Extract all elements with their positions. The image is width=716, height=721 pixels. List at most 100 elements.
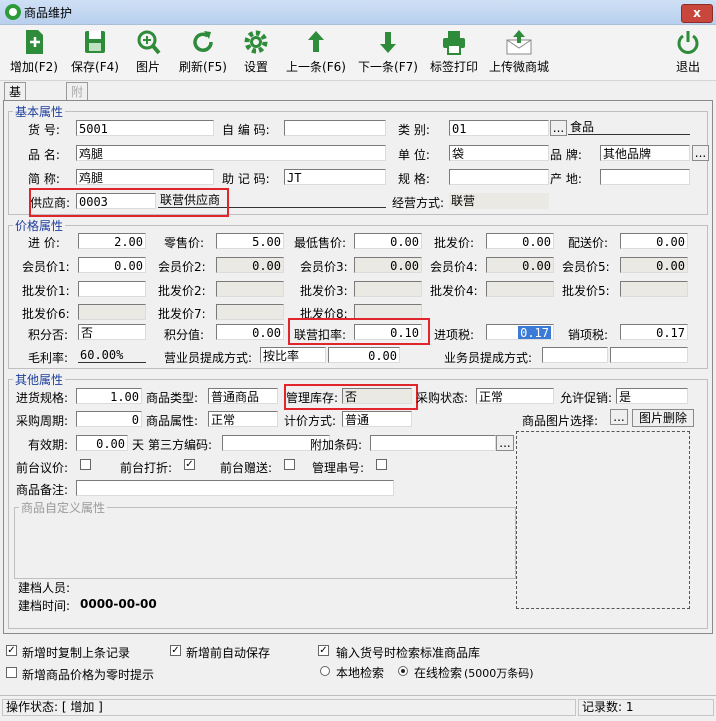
image-delete-button[interactable]: 图片删除 [632, 409, 694, 427]
wholesale1-input[interactable] [78, 281, 146, 297]
serial-checkbox[interactable] [376, 459, 387, 470]
wholesale5-input[interactable] [620, 281, 688, 297]
category-input[interactable]: 01 [449, 120, 549, 136]
extra-barcode-input[interactable] [370, 435, 496, 451]
remark-input[interactable] [76, 480, 394, 496]
search-standard-checkbox[interactable]: ✓ [318, 645, 329, 656]
purchase-status-label: 采购状态: [416, 391, 469, 405]
selfcode-input[interactable] [284, 120, 386, 136]
image-select-button[interactable]: ... [610, 409, 628, 425]
exit-button[interactable]: 退出 [670, 28, 706, 78]
retail-price-input[interactable]: 5.00 [216, 233, 284, 249]
wholesale5-label: 批发价5: [562, 284, 610, 298]
mnemonic-input[interactable]: JT [284, 169, 386, 185]
save-disk-icon [85, 31, 105, 53]
app-icon [5, 4, 21, 20]
online-search-radio[interactable] [398, 666, 408, 676]
member-price2-label: 会员价2: [158, 260, 206, 274]
wholesale7-input[interactable] [216, 304, 284, 320]
haggle-checkbox[interactable] [80, 459, 91, 470]
input-tax-input[interactable]: 0.17 [486, 324, 554, 340]
salesman-commission-mode[interactable] [542, 347, 608, 363]
upload-shop-button[interactable]: 上传微商城 [488, 28, 550, 78]
printer-icon [443, 31, 465, 55]
price-properties-legend: 价格属性 [15, 219, 64, 233]
business-mode-label: 经营方式: [392, 196, 445, 210]
brand-input[interactable]: 其他品牌 [600, 145, 690, 161]
product-attr-label: 商品属性: [146, 414, 199, 428]
member-price4-input[interactable]: 0.00 [486, 257, 554, 273]
brand-browse-button[interactable]: ... [692, 145, 709, 161]
name-label: 品 名: [28, 148, 60, 162]
member-price2-input[interactable]: 0.00 [216, 257, 284, 273]
settings-button[interactable]: 设置 [238, 28, 274, 78]
min-price-label: 最低售价: [294, 236, 347, 250]
local-search-label: 本地检索 [336, 666, 385, 680]
product-attr-input[interactable]: 正常 [208, 411, 278, 427]
salesclerk-commission-mode[interactable]: 按比率 [260, 347, 326, 363]
stock-highlight-box [284, 384, 418, 410]
product-image-area[interactable] [516, 431, 690, 609]
expiry-input[interactable]: 0.00 [76, 435, 128, 451]
save-button[interactable]: 保存(F4) [66, 28, 124, 78]
output-tax-input[interactable]: 0.17 [620, 324, 688, 340]
short-name-input[interactable]: 鸡腿 [76, 169, 214, 185]
add-button[interactable]: 增加(F2) [8, 28, 60, 78]
member-price5-input[interactable]: 0.00 [620, 257, 688, 273]
prev-record-button[interactable]: 上一条(F6) [284, 28, 348, 78]
member-price1-input[interactable]: 0.00 [78, 257, 146, 273]
salesclerk-commission-value[interactable]: 0.00 [328, 347, 400, 363]
purchase-spec-input[interactable]: 1.00 [76, 388, 142, 404]
unit-input[interactable]: 袋 [449, 145, 549, 161]
discount-label: 前台打折: [120, 461, 173, 475]
next-record-button[interactable]: 下一条(F7) [356, 28, 420, 78]
zero-price-tip-checkbox[interactable] [6, 667, 17, 678]
status-bar: 操作状态: [ 增加 ] 记录数: 1 [0, 695, 716, 720]
custom-attributes-group: 商品自定义属性 [14, 499, 516, 579]
close-button[interactable]: x [681, 4, 713, 23]
code-input[interactable]: 5001 [76, 120, 214, 136]
spec-input[interactable] [449, 169, 549, 185]
discount-checkbox[interactable]: ✓ [184, 459, 195, 470]
creator-label: 建档人员: [18, 581, 71, 595]
purchase-status-input[interactable]: 正常 [476, 388, 554, 404]
extra-barcode-button[interactable]: ... [496, 435, 514, 451]
name-input[interactable]: 鸡腿 [76, 145, 386, 161]
refresh-button[interactable]: 刷新(F5) [174, 28, 232, 78]
refresh-icon [193, 31, 213, 52]
purchase-price-input[interactable]: 2.00 [78, 233, 146, 249]
allow-promo-input[interactable]: 是 [616, 388, 688, 404]
picture-button[interactable]: 图片 [130, 28, 166, 78]
delivery-price-input[interactable]: 0.00 [620, 233, 688, 249]
member-price3-input[interactable]: 0.00 [354, 257, 422, 273]
gift-label: 前台赠送: [220, 461, 273, 475]
origin-input[interactable] [600, 169, 690, 185]
product-type-input[interactable]: 普通商品 [208, 388, 278, 404]
min-price-input[interactable]: 0.00 [354, 233, 422, 249]
salesman-commission-label: 业务员提成方式: [444, 351, 533, 365]
local-search-radio[interactable] [320, 666, 330, 676]
wholesale2-input[interactable] [216, 281, 284, 297]
wholesale6-input[interactable] [78, 304, 146, 320]
points-flag-input[interactable]: 否 [78, 324, 146, 340]
tab-extra-info[interactable]: 附加信息 [66, 82, 89, 153]
wholesale-price-input[interactable]: 0.00 [486, 233, 554, 249]
salesman-commission-value[interactable] [610, 347, 688, 363]
gift-checkbox[interactable] [284, 459, 295, 470]
wholesale3-input[interactable] [354, 281, 422, 297]
wholesale4-input[interactable] [486, 281, 554, 297]
input-tax-value: 0.17 [518, 326, 551, 340]
tab-basic-info[interactable]: 基础信息 [4, 82, 27, 153]
toolbar: 增加(F2) 保存(F4) 图片 刷新(F5) 设置 上一条(F6) 下一条(F… [0, 25, 716, 81]
purchase-cycle-input[interactable]: 0 [76, 411, 142, 427]
auto-save-checkbox[interactable]: ✓ [170, 645, 181, 656]
pricing-method-input[interactable]: 普通 [342, 411, 412, 427]
member-price5-label: 会员价5: [562, 260, 610, 274]
third-party-code-label: 第三方编码: [148, 438, 213, 452]
image-select-label: 商品图片选择: [522, 414, 599, 428]
category-browse-button[interactable]: ... [550, 120, 567, 136]
label-print-button[interactable]: 标签打印 [428, 28, 480, 78]
points-value-input[interactable]: 0.00 [216, 324, 284, 340]
copy-last-checkbox[interactable]: ✓ [6, 645, 17, 656]
search-standard-label: 输入货号时检索标准商品库 [336, 646, 481, 660]
